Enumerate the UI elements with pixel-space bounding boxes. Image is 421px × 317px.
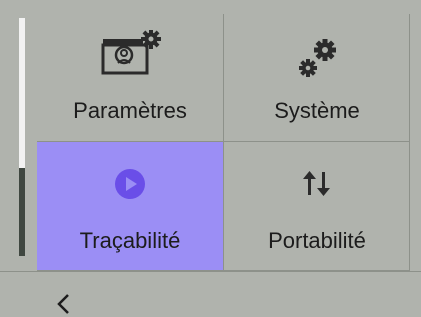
tile-systeme[interactable]: Système (224, 14, 410, 141)
tile-label: Paramètres (73, 98, 187, 123)
scrollbar[interactable] (19, 18, 25, 256)
monitor-gear-icon (101, 30, 161, 75)
scrollbar-thumb[interactable] (19, 168, 25, 256)
tile-parametres[interactable]: Paramètres (37, 14, 223, 141)
back-button[interactable] (50, 290, 78, 317)
menu-grid: Paramètres Système Traçabilité Portabili… (37, 14, 410, 271)
tile-label: Système (274, 98, 360, 123)
divider (409, 14, 410, 271)
tile-tracabilite[interactable]: Traçabilité (37, 142, 223, 270)
chevron-left-icon (57, 294, 69, 314)
up-down-arrows-icon (303, 171, 330, 196)
menu-screen: Paramètres Système Traçabilité Portabili… (0, 0, 421, 317)
footer-bar (0, 271, 421, 317)
tile-label: Portabilité (268, 228, 366, 253)
gears-icon (299, 39, 336, 77)
play-circle-icon (115, 169, 145, 199)
tile-label: Traçabilité (79, 228, 181, 253)
tile-portabilite[interactable]: Portabilité (224, 142, 410, 270)
